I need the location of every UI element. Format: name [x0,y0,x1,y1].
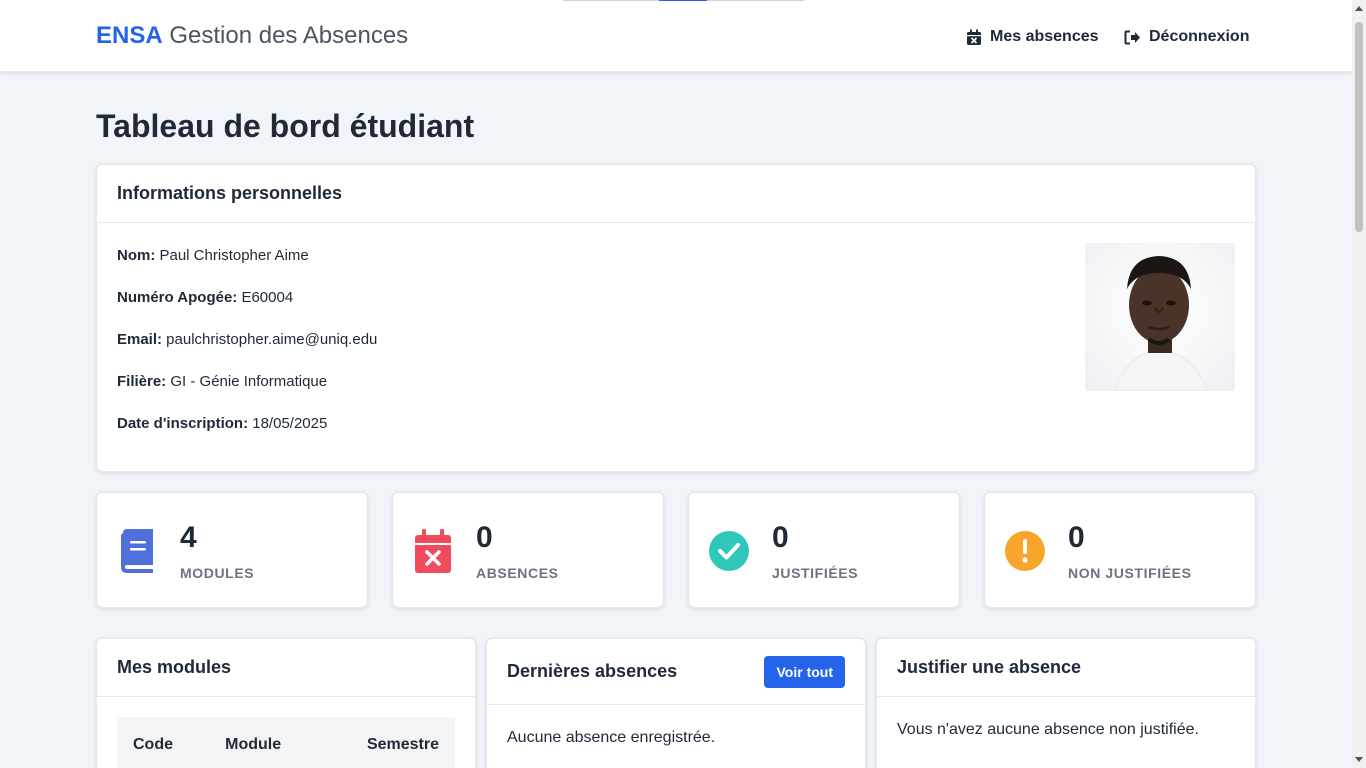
nav-mes-absences-label: Mes absences [990,28,1099,45]
column-module: Module [225,736,282,753]
voir-tout-button[interactable]: Voir tout [764,655,845,688]
personal-info-body: Nom: Paul Christopher Aime Numéro Apogée… [97,223,1255,463]
calendar-icon [967,29,981,45]
stat-card-absences: 0 ABSENCES [392,492,664,608]
info-value: Paul Christopher Aime [155,247,309,264]
sign-out-icon [1124,30,1140,44]
info-label: Date d'inscription: [117,415,249,432]
stat-non-justifiees-count: 0 [1068,521,1085,554]
stat-card-modules: 4 MODULES [96,492,368,608]
column-semestre: Semestre [366,736,439,753]
brand-name: Gestion des Absences [162,22,409,49]
info-label: Numéro Apogée: [117,289,238,306]
justify-header: Justifier une absence [877,639,1255,697]
scroll-down-arrow[interactable] [1355,757,1363,762]
personal-info-header: Informations personnelles [97,165,1255,223]
nav-deconnexion-label: Déconnexion [1149,28,1250,45]
nav-deconnexion[interactable]: Déconnexion [1124,26,1249,48]
personal-info-card: Informations personnelles Nom: Paul Chri… [96,164,1256,472]
info-label: Nom: [117,247,156,264]
modules-card: Mes modules Code Module Semestre [96,638,476,768]
recent-absences-title: Dernières absences [507,661,678,681]
info-value: E60004 [237,289,294,306]
stat-modules-count: 4 [180,521,197,554]
stat-modules-label: MODULES [180,565,255,581]
page-load-accent [659,0,707,1]
justify-card: Justifier une absence Vous n'avez aucune… [876,638,1256,768]
modules-header: Mes modules [97,639,475,697]
page-title: Tableau de bord étudiant [96,108,475,144]
stat-absences-count: 0 [476,521,493,554]
scroll-thumb[interactable] [1355,22,1363,232]
info-row-filiere: Filière: GI - Génie Informatique [117,373,1235,391]
exclamation-circle-icon [1005,531,1045,571]
stat-non-justifiees-label: NON JUSTIFIÉES [1068,565,1192,581]
justify-empty: Vous n'avez aucune absence non justifiée… [897,721,1199,738]
info-label: Filière: [117,373,167,390]
stat-card-non-justifiees: 0 NON JUSTIFIÉES [984,492,1256,608]
stat-justifiees-label: JUSTIFIÉES [772,565,859,581]
info-row-apogee: Numéro Apogée: E60004 [117,289,1235,307]
recent-absences-header: Dernières absences Voir tout [487,639,865,705]
info-row-nom: Nom: Paul Christopher Aime [117,247,1235,265]
info-label: Email: [117,331,163,348]
info-row-email: Email: paulchristopher.aime@uniq.edu [117,331,1235,349]
student-photo [1085,243,1235,391]
stat-justifiees-count: 0 [772,521,789,554]
table-header-row: Code Module Semestre [117,717,455,768]
brand-logo[interactable]: ENSA Gestion des Absences [96,22,408,50]
info-row-inscription: Date d'inscription: 18/05/2025 [117,415,1235,433]
modules-table: Code Module Semestre [117,717,455,768]
scroll-up-arrow[interactable] [1355,6,1363,11]
recent-absences-card: Dernières absences Voir tout Aucune abse… [486,638,866,768]
calendar-x-icon [415,529,451,573]
stat-absences-label: ABSENCES [476,565,559,581]
book-icon [121,529,153,573]
info-value: paulchristopher.aime@uniq.edu [162,331,378,348]
top-navbar: ENSA Gestion des Absences Mes absences D… [0,0,1352,72]
vertical-scrollbar[interactable] [1352,0,1366,768]
brand-accent: ENSA [96,22,163,49]
info-value: 18/05/2025 [248,415,328,432]
nav-mes-absences[interactable]: Mes absences [966,26,1099,48]
stat-card-justifiees: 0 JUSTIFIÉES [688,492,960,608]
modules-body: Code Module Semestre [97,697,475,768]
check-circle-icon [709,531,749,571]
info-value: GI - Génie Informatique [166,373,328,390]
recent-absences-empty: Aucune absence enregistrée. [507,729,716,746]
column-code: Code [133,736,173,753]
